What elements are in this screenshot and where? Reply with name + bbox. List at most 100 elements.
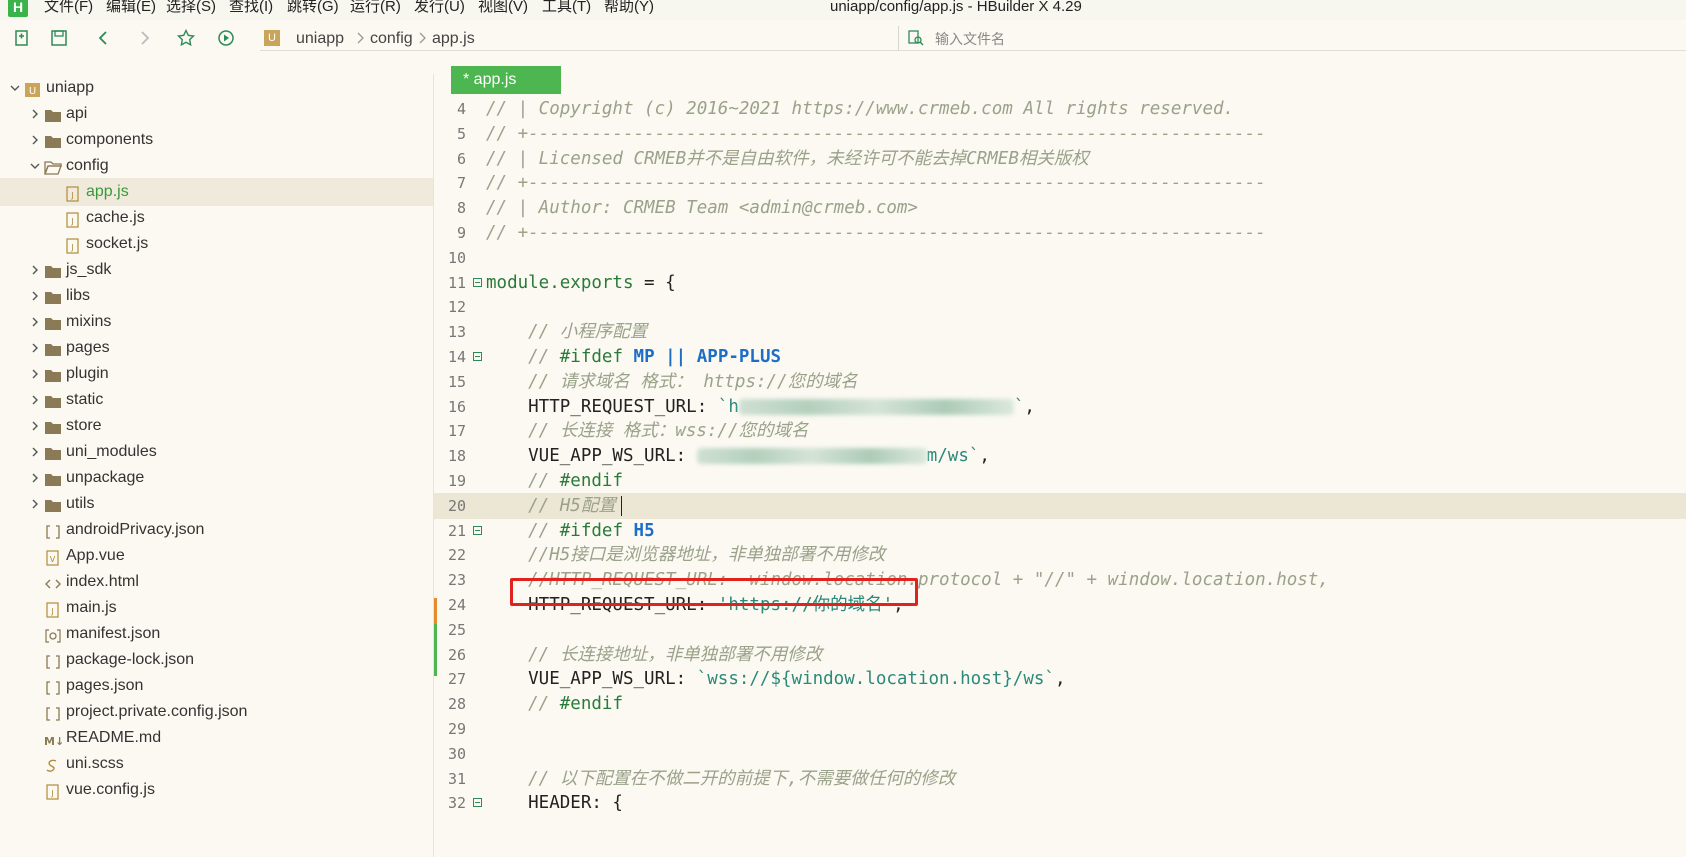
code-line[interactable]: 27 VUE_APP_WS_URL: `wss://${window.locat… [434,666,1686,692]
code-line[interactable]: 14 // #ifdef MP || APP-PLUS [434,344,1686,370]
tree-file-item[interactable]: manifest.json [0,620,433,648]
code-line[interactable]: 10 [434,245,1686,271]
tree-folder-item[interactable]: store [0,412,433,440]
tree-file-item[interactable]: Jcache.js [0,204,433,232]
tree-folder-item[interactable]: pages [0,334,433,362]
fold-toggle-icon[interactable] [473,525,482,535]
menu-item[interactable]: 视图(V) [478,0,528,15]
menu-item[interactable]: 选择(S) [166,0,216,15]
tree-file-item[interactable]: Jmain.js [0,594,433,622]
tree-item-label: static [66,391,104,408]
tree-file-item[interactable]: M↓ README.md [0,724,433,752]
menu-item[interactable]: 跳转(G) [287,0,339,15]
tree-folder-item[interactable]: plugin [0,360,433,388]
tree-file-item[interactable]: androidPrivacy.json [0,516,433,544]
code-token: // 长连接地址，非单独部署不用修改 [486,644,823,665]
tree-file-item[interactable]: V App.vue [0,542,433,570]
chevron-right-icon[interactable] [30,395,40,405]
chevron-down-icon[interactable] [10,83,20,93]
tree-folder-item[interactable]: Uuniapp [0,74,433,102]
save-icon[interactable] [49,28,69,48]
code-line[interactable]: 8 // | Author: CRMEB Team <admin@crmeb.co… [434,195,1686,221]
tree-folder-item[interactable]: static [0,386,433,414]
chevron-right-icon[interactable] [30,265,40,275]
chevron-right-icon[interactable] [30,369,40,379]
breadcrumb-appjs[interactable]: app.js [432,30,475,48]
tree-file-item[interactable]: pages.json [0,672,433,700]
chevron-right-icon[interactable] [30,499,40,509]
code-line[interactable]: 32 HEADER: { [434,790,1686,816]
menu-item[interactable]: 文件(F) [44,0,93,15]
tree-folder-item[interactable]: components [0,126,433,154]
chevron-right-icon[interactable] [30,317,40,327]
tree-folder-item[interactable]: config [0,152,433,180]
code-line[interactable]: 11 module.exports = { [434,270,1686,296]
tree-folder-item[interactable]: libs [0,282,433,310]
tree-folder-item[interactable]: mixins [0,308,433,336]
tree-file-item[interactable]: project.private.config.json [0,698,433,726]
code-line[interactable]: 9 // +-----------------------------------… [434,220,1686,246]
tree-file-item[interactable]: Jvue.config.js [0,776,433,804]
run-icon[interactable] [216,28,236,48]
code-line[interactable]: 6 // | Licensed CRMEB并不是自由软件，未经许可不能去掉CRME… [434,146,1686,172]
menu-item[interactable]: 帮助(Y) [604,0,654,15]
code-editor[interactable]: * app.js 4 // | Copyright (c) 2016~2021 h… [434,54,1686,857]
code-line[interactable]: 30 [434,741,1686,767]
code-line[interactable]: 12 [434,294,1686,320]
tree-folder-item[interactable]: unpackage [0,464,433,492]
chevron-right-icon[interactable] [30,421,40,431]
menu-item[interactable]: 工具(T) [542,0,591,15]
chevron-down-icon[interactable] [30,161,40,171]
code-line[interactable]: 15 // 请求域名 格式： https://您的域名 [434,369,1686,395]
menu-item[interactable]: 编辑(E) [106,0,156,15]
code-line[interactable]: 21 // #ifdef H5 [434,518,1686,544]
chevron-right-icon[interactable] [30,343,40,353]
chevron-right-icon[interactable] [30,135,40,145]
fold-toggle-icon[interactable] [473,277,482,287]
code-line[interactable]: 28 // #endif [434,691,1686,717]
code-line[interactable]: 31 // 以下配置在不做二开的前提下,不需要做任何的修改 [434,766,1686,792]
code-line[interactable]: 5 // +-----------------------------------… [434,121,1686,147]
tree-folder-item[interactable]: uni_modules [0,438,433,466]
menu-item[interactable]: 发行(U) [414,0,465,15]
tree-file-item[interactable]: Jsocket.js [0,230,433,258]
code-token: , [979,446,990,467]
menu-item[interactable]: 运行(R) [350,0,401,15]
code-token: H5 [633,520,655,541]
code-line[interactable]: 26 // 长连接地址，非单独部署不用修改 [434,642,1686,668]
tab-app-js[interactable]: * app.js [451,66,561,94]
code-line[interactable]: 16 HTTP_REQUEST_URL: `h `, [434,394,1686,420]
menu-item[interactable]: 查找(I) [229,0,273,15]
code-line[interactable]: 22 //H5接口是浏览器地址，非单独部署不用修改 [434,542,1686,568]
code-line[interactable]: 19 // #endif [434,468,1686,494]
tree-file-item[interactable]: index.html [0,568,433,596]
tree-folder-item[interactable]: api [0,100,433,128]
chevron-right-icon[interactable] [30,109,40,119]
code-line[interactable]: 25 [434,617,1686,643]
code-line[interactable]: 18 VUE_APP_WS_URL: m/ws`, [434,443,1686,469]
tree-file-item[interactable]: uni.scss [0,750,433,778]
tree-file-item[interactable]: Japp.js [0,178,433,206]
forward-icon[interactable] [134,28,154,48]
tree-folder-item[interactable]: utils [0,490,433,518]
file-search-input[interactable] [933,29,1237,49]
fold-toggle-icon[interactable] [473,798,482,808]
breadcrumb-uniapp[interactable]: uniapp [296,30,344,48]
breadcrumb-config[interactable]: config [370,30,413,48]
tree-folder-item[interactable]: js_sdk [0,256,433,284]
code-line[interactable]: 4 // | Copyright (c) 2016~2021 https://ww… [434,96,1686,122]
fold-toggle-icon[interactable] [473,352,482,361]
back-icon[interactable] [94,28,114,48]
favorite-icon[interactable] [176,28,196,48]
chevron-right-icon[interactable] [30,447,40,457]
code-line[interactable]: 13 // 小程序配置 [434,319,1686,345]
chevron-right-icon[interactable] [30,473,40,483]
chevron-right-icon[interactable] [30,291,40,301]
code-line[interactable]: 17 // 长连接 格式：wss://您的域名 [434,418,1686,444]
code-line[interactable]: 20 // H5配置 [434,492,1686,519]
code-text: // +------------------------------------… [486,170,1266,196]
code-line[interactable]: 29 [434,716,1686,742]
new-file-icon[interactable] [12,28,32,48]
tree-file-item[interactable]: package-lock.json [0,646,433,674]
code-line[interactable]: 7 // +-----------------------------------… [434,170,1686,196]
